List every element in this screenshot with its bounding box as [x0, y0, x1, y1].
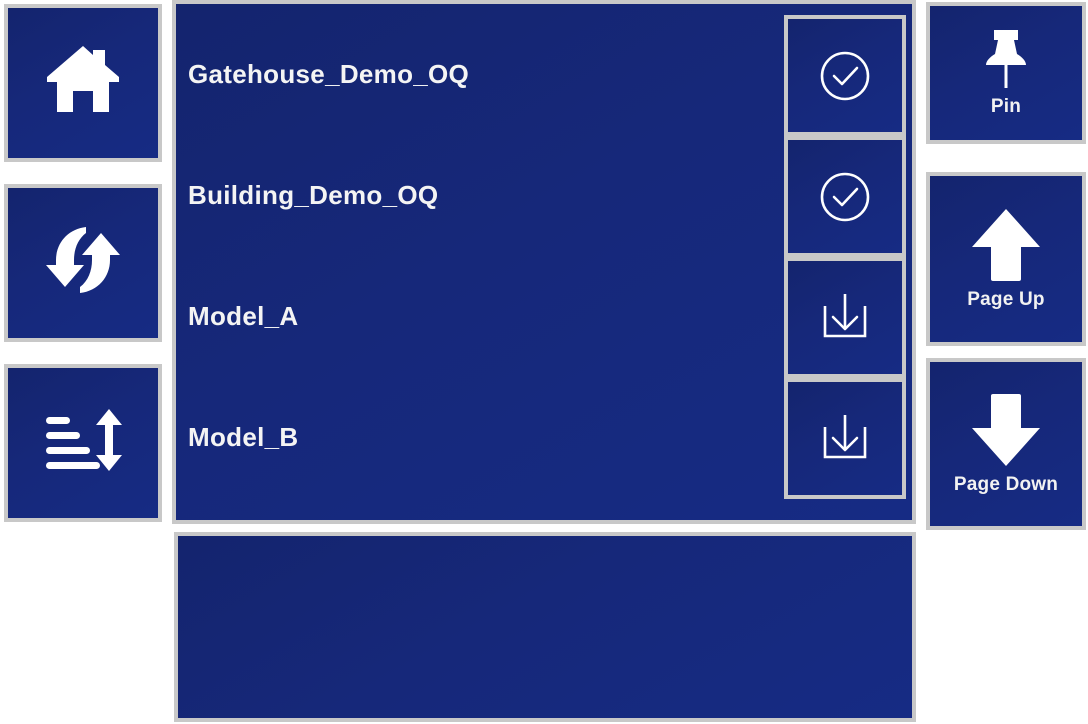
right-toolbar: Pin Page Up Page Down: [924, 0, 1088, 724]
arrow-down-icon: [971, 392, 1041, 468]
list-item-label: Gatehouse_Demo_OQ: [188, 59, 470, 89]
refresh-sync-icon: [44, 221, 122, 299]
sort-lines-vertical-arrow-icon: [44, 407, 122, 473]
list-item-label: Building_Demo_OQ: [188, 180, 439, 210]
list-item[interactable]: Building_Demo_OQ: [188, 135, 788, 256]
download-icon: [817, 413, 873, 465]
pin-button-label: Pin: [990, 96, 1022, 117]
page-up-button[interactable]: Page Up: [926, 172, 1086, 346]
pushpin-icon: [980, 28, 1032, 90]
detail-panel: [174, 532, 916, 722]
list-item[interactable]: Model_B: [188, 377, 788, 498]
model-list-panel: Gatehouse_Demo_OQ Building_Demo_OQ Model…: [172, 0, 916, 524]
home-button[interactable]: [4, 4, 162, 162]
download-icon: [817, 292, 873, 344]
page-up-button-label: Page Up: [967, 289, 1045, 310]
check-circle-icon: [817, 48, 873, 104]
list-item-label: Model_B: [188, 422, 299, 452]
sort-button[interactable]: [4, 364, 162, 522]
row-action-loaded-button[interactable]: [784, 136, 906, 257]
page-down-button[interactable]: Page Down: [926, 358, 1086, 530]
arrow-up-icon: [971, 207, 1041, 283]
row-action-loaded-button[interactable]: [784, 15, 906, 136]
pin-button[interactable]: Pin: [926, 2, 1086, 144]
list-item-label: Model_A: [188, 301, 299, 331]
list-item[interactable]: Gatehouse_Demo_OQ: [188, 14, 788, 135]
refresh-button[interactable]: [4, 184, 162, 342]
row-action-download-button[interactable]: [784, 378, 906, 499]
home-icon: [45, 44, 121, 116]
page-down-button-label: Page Down: [953, 474, 1059, 495]
left-toolbar: [0, 0, 166, 724]
list-item[interactable]: Model_A: [188, 256, 788, 377]
model-list: Gatehouse_Demo_OQ Building_Demo_OQ Model…: [176, 4, 912, 520]
row-action-download-button[interactable]: [784, 257, 906, 378]
check-circle-icon: [817, 169, 873, 225]
